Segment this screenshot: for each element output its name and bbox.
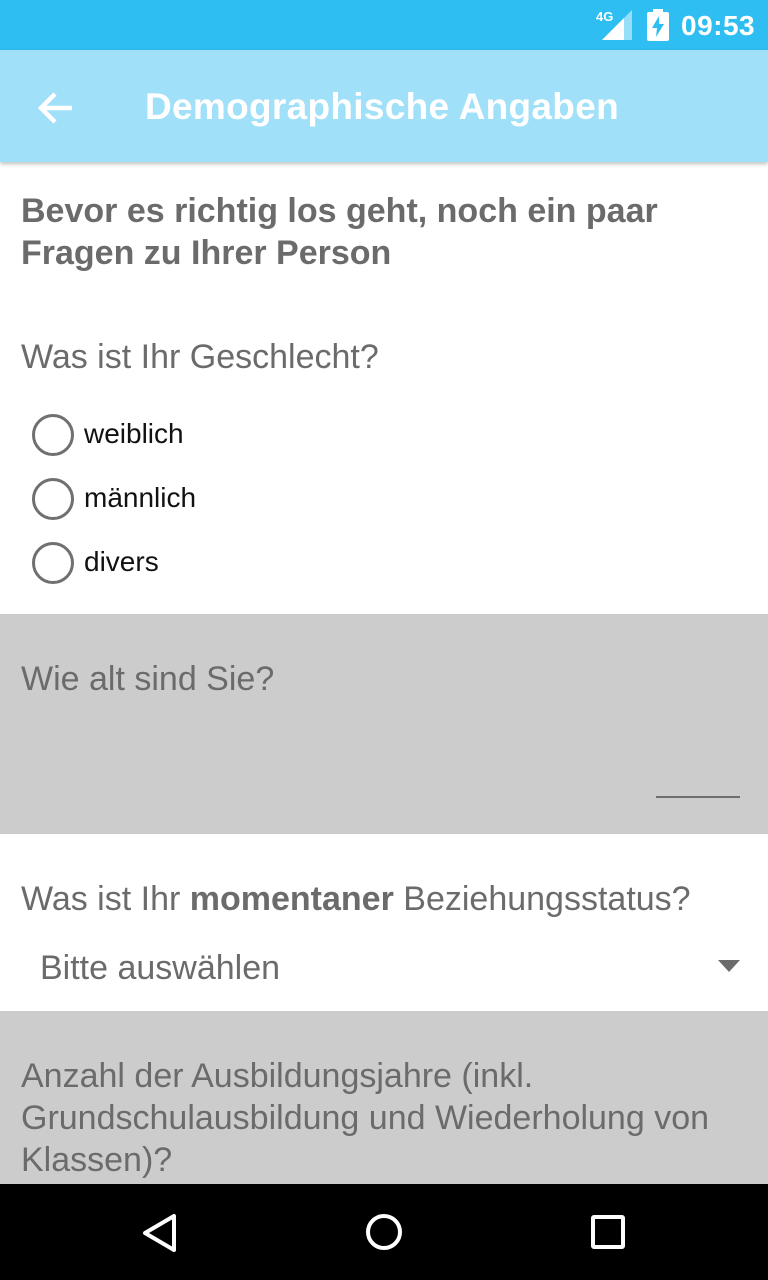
navigation-bar (0, 1184, 768, 1280)
relationship-question: Was ist Ihr momentaner Beziehungsstatus? (21, 880, 691, 919)
radio-label: divers (84, 546, 159, 577)
battery-charging-icon (647, 9, 669, 41)
age-section: Wie alt sind Sie? (0, 614, 768, 834)
signal-icon (602, 10, 632, 40)
relationship-question-emphasis: momentaner (189, 880, 394, 918)
form-content[interactable]: Bevor es richtig los geht, noch ein paar… (0, 162, 768, 1184)
nav-back-button[interactable] (136, 1208, 186, 1258)
home-circle-icon (366, 1214, 402, 1250)
intro-heading: Bevor es richtig los geht, noch ein paar… (21, 192, 658, 272)
back-triangle-icon (143, 1214, 176, 1252)
gender-question: Was ist Ihr Geschlecht? (21, 338, 379, 376)
education-question: Anzahl der Ausbildungsjahre (inkl. Grund… (21, 1057, 710, 1179)
arrow-left-icon (37, 92, 72, 124)
radio-circle-icon[interactable] (32, 478, 74, 520)
nav-home-button[interactable] (359, 1208, 409, 1258)
radio-divers[interactable]: divers (32, 542, 432, 586)
age-input[interactable] (656, 754, 740, 798)
dropdown-selected-value: Bitte auswählen (40, 949, 281, 987)
relationship-question-suffix: Beziehungsstatus? (403, 880, 691, 918)
nav-recents-button[interactable] (583, 1208, 633, 1258)
radio-weiblich[interactable]: weiblich (32, 414, 432, 458)
app-bar: Demographische Angaben (0, 50, 768, 162)
radio-maennlich[interactable]: männlich (32, 478, 432, 522)
relationship-dropdown[interactable]: Bitte auswählen (0, 932, 768, 1008)
dropdown-arrow-icon (718, 960, 740, 972)
radio-label: weiblich (84, 418, 184, 449)
radio-circle-icon[interactable] (32, 414, 74, 456)
status-bar: 4G 09:53 (0, 0, 768, 50)
back-button[interactable] (28, 80, 84, 136)
radio-circle-icon[interactable] (32, 542, 74, 584)
age-question: Wie alt sind Sie? (21, 660, 275, 698)
relationship-question-prefix: Was ist Ihr (21, 880, 181, 918)
recents-square-icon (591, 1215, 625, 1249)
page-title: Demographische Angaben (145, 86, 619, 127)
radio-label: männlich (84, 482, 197, 513)
education-section: Anzahl der Ausbildungsjahre (inkl. Grund… (0, 1011, 768, 1184)
clock: 09:53 (681, 10, 756, 41)
